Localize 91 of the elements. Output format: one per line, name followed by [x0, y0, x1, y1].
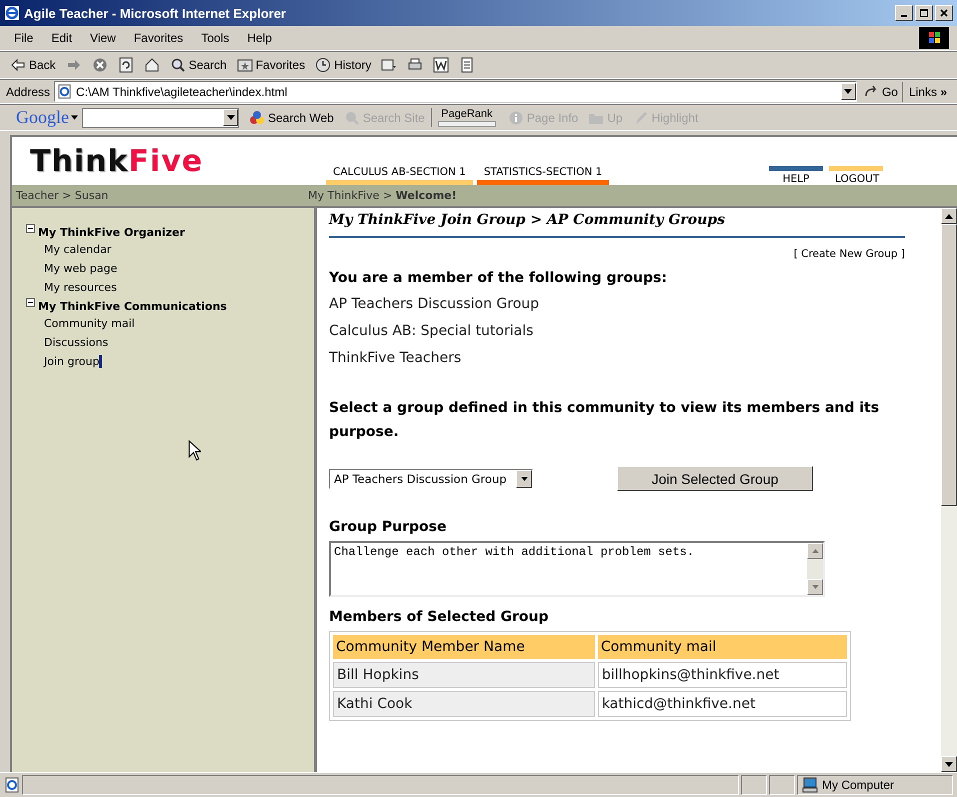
- address-field[interactable]: C:\AM Thinkfive\agileteacher\index.html: [54, 81, 857, 102]
- mail-icon: [381, 57, 398, 73]
- caret-icon: [844, 89, 852, 94]
- caret-icon: [71, 115, 78, 120]
- windows-logo-icon: [917, 27, 951, 49]
- collapse-icon[interactable]: [26, 224, 35, 233]
- scroll-down-button[interactable]: [941, 756, 957, 772]
- user-breadcrumb: Teacher > Susan: [15, 189, 110, 202]
- menu-item[interactable]: Help: [239, 29, 280, 47]
- favorites-button[interactable]: Favorites: [232, 55, 310, 75]
- sidebar-link[interactable]: Community mail: [44, 317, 135, 330]
- computer-icon: [802, 777, 818, 793]
- table-cell: Kathi Cook: [333, 691, 595, 717]
- down-arrow-icon: [945, 762, 953, 766]
- menu-item[interactable]: View: [82, 29, 124, 47]
- home-icon: [144, 57, 160, 73]
- sidebar-link[interactable]: Discussions: [44, 336, 108, 349]
- thinkfive-logo: ThinkFive: [29, 144, 204, 178]
- dropdown-button[interactable]: [840, 83, 856, 100]
- document-icon: [459, 57, 476, 73]
- section-heading: Members of Selected Group: [329, 609, 550, 625]
- menu-item[interactable]: Tools: [193, 29, 238, 47]
- search-icon: [170, 57, 186, 73]
- down-arrow-icon: [812, 585, 818, 589]
- up-arrow-icon: [945, 214, 953, 218]
- menu-item[interactable]: Favorites: [126, 29, 192, 47]
- google-search-field[interactable]: [82, 108, 239, 128]
- scroll-up-button[interactable]: [941, 208, 957, 224]
- page-breadcrumb: My ThinkFive > Welcome!: [308, 189, 457, 202]
- collapse-icon[interactable]: [26, 298, 35, 307]
- sidebar-link[interactable]: Join group: [44, 355, 102, 368]
- colored-balls-icon: [249, 110, 265, 126]
- up-arrow-icon: [812, 549, 818, 553]
- minimize-icon: [901, 15, 907, 17]
- security-zone-label: My Computer: [822, 778, 894, 792]
- sidebar-link[interactable]: My resources: [44, 281, 117, 294]
- create-group-link[interactable]: [ Create New Group ]: [794, 248, 905, 260]
- google-logo-button[interactable]: Google: [6, 107, 80, 128]
- maximize-icon: [919, 8, 929, 18]
- links-button[interactable]: Links »: [904, 84, 951, 98]
- table-cell: Bill Hopkins: [333, 662, 595, 688]
- column-header: Community mail: [598, 635, 847, 659]
- group-name: ThinkFive Teachers: [329, 350, 462, 366]
- section-heading: Group Purpose: [329, 519, 448, 535]
- caret-icon: [520, 476, 528, 480]
- clock-icon: [315, 57, 332, 73]
- group-name: Calculus AB: Special tutorials: [329, 323, 534, 339]
- back-button[interactable]: Back: [6, 55, 60, 75]
- search-button[interactable]: Search: [166, 55, 231, 75]
- group-name: AP Teachers Discussion Group: [329, 296, 540, 312]
- menu-item[interactable]: Edit: [43, 29, 80, 47]
- column-header: Community Member Name: [333, 635, 595, 659]
- dropdown-button[interactable]: [223, 108, 238, 126]
- status-panel: [769, 775, 795, 795]
- table-cell: kathicd@thinkfive.net: [598, 691, 847, 717]
- right-arrow-icon: [66, 57, 82, 73]
- info-icon: [508, 110, 524, 126]
- search-icon: [344, 110, 360, 126]
- word-document-icon: [433, 57, 450, 73]
- address-label: Address: [6, 84, 52, 98]
- maximize-button[interactable]: [915, 5, 933, 21]
- sidebar-link[interactable]: My web page: [44, 262, 118, 275]
- page-title: My ThinkFive Join Group > AP Community Groups: [329, 212, 905, 238]
- close-button[interactable]: [935, 5, 953, 21]
- sidebar-group-title[interactable]: My ThinkFive Communications: [38, 300, 227, 313]
- sidebar-group-title[interactable]: My ThinkFive Organizer: [38, 226, 185, 239]
- refresh-icon: [118, 57, 134, 73]
- section-heading: You are a member of the following groups:: [329, 270, 668, 286]
- page-status-icon: [4, 777, 20, 793]
- mouse-pointer-icon: [188, 440, 201, 461]
- stop-icon: [92, 57, 108, 73]
- caret-icon: [226, 114, 234, 120]
- section-heading: Select a group defined in this community to view its members and its purpose.: [329, 399, 880, 442]
- menu-item[interactable]: File: [6, 29, 42, 47]
- go-button[interactable]: Go: [858, 82, 903, 102]
- browser-icon: [4, 5, 20, 21]
- left-arrow-icon: [10, 57, 26, 73]
- scrollbar[interactable]: [941, 208, 957, 772]
- sidebar-link[interactable]: My calendar: [44, 243, 112, 256]
- window-title: Agile Teacher - Microsoft Internet Explorer: [24, 6, 286, 20]
- pagerank-meter[interactable]: PageRank: [430, 108, 502, 127]
- scroll-thumb[interactable]: [941, 224, 957, 506]
- join-group-button[interactable]: Join Selected Group: [617, 466, 813, 491]
- history-button[interactable]: History: [311, 55, 376, 75]
- minimize-button[interactable]: [895, 5, 913, 21]
- close-icon: [939, 8, 949, 18]
- status-panel: [741, 775, 767, 795]
- search-web-button[interactable]: Search Web: [245, 108, 338, 128]
- table-cell: billhopkins@thinkfive.net: [598, 662, 847, 688]
- group-dropdown[interactable]: AP Teachers Discussion Group: [329, 468, 533, 488]
- page-icon: [57, 84, 72, 99]
